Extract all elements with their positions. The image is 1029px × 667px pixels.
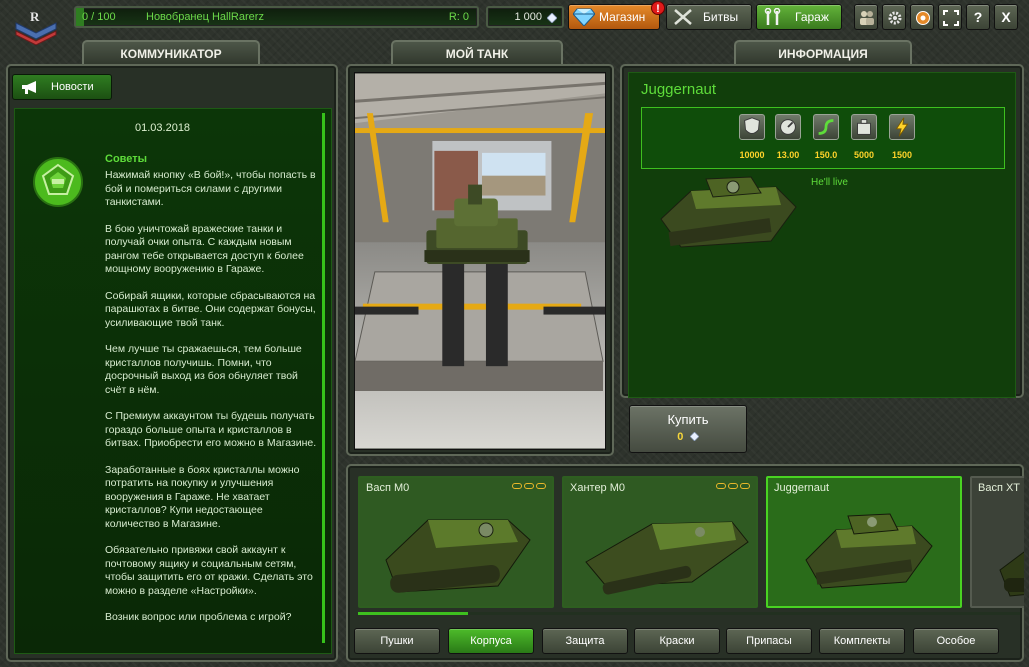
- news-paragraph: Чем лучше ты сражаешься, тем больше крис…: [105, 343, 302, 396]
- shop-label: Магазин: [599, 10, 646, 24]
- news-paragraph: Возник вопрос или проблема с игрой?: [105, 611, 292, 623]
- crystal-count: 1 000: [514, 11, 542, 23]
- news-emblem-icon: [33, 157, 83, 207]
- news-paragraph: Собирай ящики, которые сбрасываются на п…: [105, 289, 316, 329]
- tab-communicator[interactable]: Коммуникатор: [82, 40, 260, 66]
- garage-item-card[interactable]: Васп XT: [970, 476, 1024, 608]
- item-description: He'll live: [811, 177, 848, 188]
- crossed-swords-icon: [674, 9, 692, 25]
- item-title: Juggernaut: [641, 81, 717, 98]
- tank-3d-preview[interactable]: [354, 72, 606, 450]
- sound-button[interactable]: [910, 4, 934, 30]
- turn-speed-icon: [813, 114, 839, 140]
- news-paragraph: Обязательно привяжи свой аккаунт к почто…: [105, 544, 313, 597]
- help-button[interactable]: ?: [966, 4, 990, 30]
- garage-item-card[interactable]: Васп M0: [358, 476, 554, 608]
- buy-price: 0: [677, 431, 684, 443]
- stat-weight-value: 5000: [853, 150, 875, 160]
- svg-text:R: R: [30, 9, 40, 24]
- crystal-balance: 1 000: [486, 6, 564, 28]
- garage-item-card[interactable]: Хантер M0: [562, 476, 758, 608]
- news-title: Советы: [105, 153, 148, 165]
- category-kits[interactable]: Комплекты: [819, 628, 905, 654]
- friends-icon: [860, 11, 874, 25]
- category-protection[interactable]: Защита: [542, 628, 628, 654]
- tab-my-tank[interactable]: Мой танк: [391, 40, 563, 66]
- garage-item-card-selected[interactable]: Juggernaut: [766, 476, 962, 608]
- battles-button[interactable]: Битвы: [666, 4, 752, 30]
- shop-button[interactable]: Магазин !: [568, 1, 665, 30]
- news-scrollbar[interactable]: [322, 113, 325, 643]
- shop-alert-badge: !: [651, 1, 665, 15]
- stat-turn-speed-value: 150.0: [814, 150, 838, 160]
- garage-scrollbar-thumb[interactable]: [358, 612, 468, 615]
- stat-power-value: 1500: [891, 150, 913, 160]
- diamond-icon: [573, 8, 595, 26]
- news-paragraph: В бою уничтожай вражеские танки и получа…: [105, 222, 304, 276]
- upgrade-level-indicator: [716, 483, 750, 489]
- stat-speed: 13.00: [770, 114, 806, 160]
- upgrade-level-indicator: [512, 483, 546, 489]
- crystal-icon: [547, 13, 557, 23]
- hull-image: [999, 551, 1024, 597]
- item-info-card: Juggernaut 10000 13.00 150.0 5000 1500 H…: [628, 72, 1016, 398]
- item-preview-image: [660, 176, 797, 248]
- news-button[interactable]: Новости: [12, 74, 112, 100]
- garage-item-name: Juggernaut: [774, 482, 830, 494]
- gear-icon: [888, 11, 902, 25]
- stat-armor: 10000: [734, 114, 770, 160]
- news-body: Нажимай кнопку «В бой!», чтобы попасть в…: [105, 169, 319, 638]
- hull-image: [385, 519, 531, 593]
- fullscreen-button[interactable]: [938, 4, 962, 30]
- rank-emblem-icon: R: [15, 9, 57, 45]
- item-stats: 10000 13.00 150.0 5000 1500: [641, 107, 1005, 169]
- settings-button[interactable]: [882, 4, 906, 30]
- stat-turn-speed: 150.0: [808, 114, 844, 160]
- garage-item-name: Васп M0: [366, 482, 410, 494]
- stat-armor-value: 10000: [739, 150, 765, 160]
- stat-speed-value: 13.00: [776, 150, 800, 160]
- close-button[interactable]: X: [994, 4, 1018, 30]
- rating-value: R: 0: [448, 11, 469, 23]
- category-hulls[interactable]: Корпуса: [448, 628, 534, 654]
- news-feed[interactable]: 01.03.2018 Советы Нажимай кнопку «В бой!…: [14, 108, 332, 654]
- hull-image: [805, 513, 933, 589]
- stat-weight: 5000: [846, 114, 882, 160]
- wrench-icon: [764, 8, 781, 25]
- experience-progress: 0 / 100: [82, 11, 116, 23]
- buy-label: Купить: [667, 412, 709, 427]
- speed-icon: [775, 114, 801, 140]
- garage-items-list[interactable]: Васп M0 Хантер M0 Juggernaut Васп XT: [356, 476, 1024, 612]
- fullscreen-icon: [943, 10, 959, 26]
- garage-item-name: Хантер M0: [570, 482, 626, 494]
- buy-button[interactable]: Купить 0: [629, 405, 747, 453]
- power-icon: [889, 114, 915, 140]
- experience-bar: 0 / 100 Новобранец HallRarerz R: 0: [74, 6, 479, 28]
- category-supplies[interactable]: Припасы: [726, 628, 812, 654]
- megaphone-icon: [22, 81, 36, 94]
- friends-button[interactable]: [854, 4, 878, 30]
- category-special[interactable]: Особое: [913, 628, 999, 654]
- sound-icon: [916, 11, 930, 25]
- news-paragraph: Заработанные в боях кристаллы можно потр…: [105, 463, 300, 530]
- stat-power: 1500: [884, 114, 920, 160]
- tab-information[interactable]: Информация: [734, 40, 912, 66]
- hull-image: [585, 521, 749, 595]
- garage-item-name: Васп XT: [978, 482, 1021, 494]
- battles-label: Битвы: [703, 10, 739, 24]
- news-paragraph: Нажимай кнопку «В бой!», чтобы попасть в…: [105, 169, 316, 208]
- garage-button[interactable]: Гараж: [756, 4, 842, 30]
- armor-icon: [739, 114, 765, 140]
- news-button-label: Новости: [51, 81, 94, 93]
- category-guns[interactable]: Пушки: [354, 628, 440, 654]
- weight-icon: [851, 114, 877, 140]
- garage-label: Гараж: [795, 10, 829, 24]
- news-date: 01.03.2018: [135, 122, 191, 134]
- player-name: Новобранец HallRarerz: [146, 11, 264, 23]
- news-paragraph: С Премиум аккаунтом ты будешь получать г…: [105, 410, 317, 449]
- category-paints[interactable]: Краски: [634, 628, 720, 654]
- crystal-icon: [689, 432, 699, 441]
